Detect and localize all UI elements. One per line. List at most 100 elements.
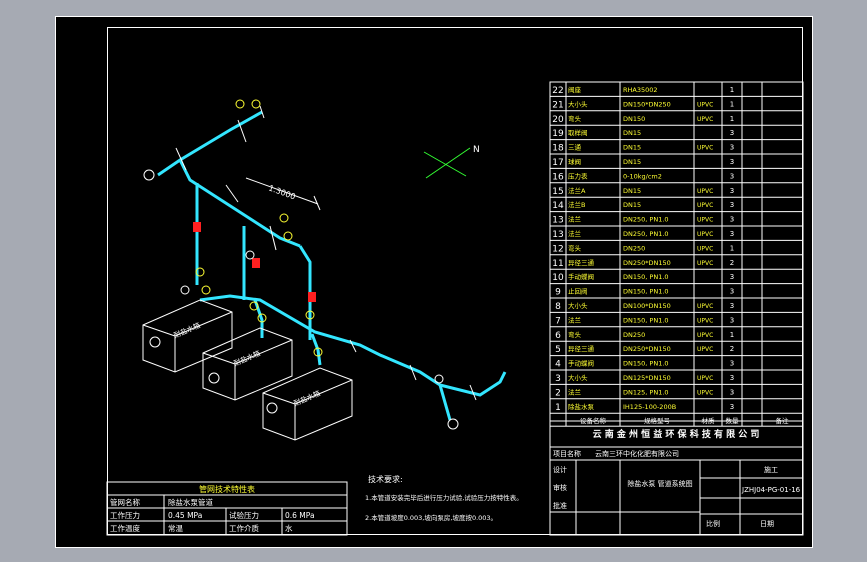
bom-name: 异径三通 (568, 258, 595, 267)
date-label: 日期 (760, 520, 774, 528)
bom-qty: 3 (730, 302, 734, 310)
pipe-table-cell: 除盐水泵管道 (168, 497, 213, 507)
bom-name: 法兰B (568, 200, 585, 209)
bom-row: 8 大小头 DN100*DN150 UPVC 3 (555, 301, 734, 312)
bom-no: 20 (552, 115, 564, 125)
check-label: 审核 (553, 483, 567, 492)
bom-row: 13 法兰 DN250, PN1.0 UPVC 3 (552, 215, 734, 226)
pipe-table-cell: 0.6 MPa (285, 511, 315, 520)
bom-qty: 3 (730, 230, 734, 238)
bom-qty: 1 (730, 100, 734, 108)
drawing-name: 除盐水泵 管道系统图 (627, 479, 692, 488)
bom-qty: 2 (730, 345, 734, 353)
bom-spec: DN15 (623, 144, 641, 152)
bom-name: 取样阀 (568, 128, 588, 137)
bom-no: 7 (555, 316, 561, 326)
pipe-drop-3 (310, 333, 322, 366)
pipe-table-row: 工作压力 0.45 MPa 试验压力 0.6 MPa (110, 510, 315, 520)
bom-row: 6 弯头 DN250 UPVC 1 (555, 330, 734, 341)
pipe-table-cell: 0.45 MPa (168, 511, 202, 520)
bom-row: 20 弯头 DN150 UPVC 1 (552, 114, 734, 125)
valve-red-3 (308, 292, 316, 302)
bom-name: 弯头 (568, 114, 582, 123)
bom-no: 5 (555, 345, 561, 355)
bom-spec: DN150, PN1.0 (623, 288, 669, 296)
bom-no: 19 (552, 129, 564, 139)
bom-row: 22 阀座 RHA35002 1 (552, 85, 734, 96)
tank-label-3: 耐盐水箱 (292, 389, 321, 408)
tanks (142, 299, 353, 441)
bom-material: UPVC (697, 217, 713, 224)
stage: 施工 (764, 465, 778, 474)
pipe-table-row: 工作温度 常温 工作介质 水 (110, 523, 293, 533)
north-label: N (473, 145, 480, 155)
bom-row: 1 除盐水泵 IH125-100-200B 3 (555, 402, 734, 413)
bom-name: 法兰 (568, 229, 582, 238)
bom-row: 5 异径三通 DN250*DN150 UPVC 2 (555, 344, 734, 355)
north-arrow-icon (423, 147, 471, 179)
bom-material: UPVC (697, 101, 713, 108)
bom-spec: DN15 (623, 158, 641, 166)
bom-no: 4 (555, 360, 561, 370)
bom-row: 13 法兰 DN250, PN1.0 UPVC 3 (552, 229, 734, 240)
bom-spec: DN250, PN1.0 (623, 216, 669, 224)
pipe-table-cell: 管网名称 (110, 497, 140, 507)
approve-label: 批准 (553, 501, 567, 510)
pipe-header-top (157, 110, 263, 177)
bom-spec: DN250*DN150 (623, 259, 671, 267)
valve-red-1 (193, 222, 201, 232)
bom-row: 7 法兰 DN150, PN1.0 UPVC 3 (555, 315, 734, 326)
bom-no: 15 (552, 187, 563, 197)
bom-material: UPVC (697, 303, 713, 310)
bom-no: 22 (552, 86, 563, 96)
bom-name: 弯头 (568, 243, 582, 252)
pipe-network (157, 110, 507, 421)
bom-material: UPVC (697, 317, 713, 324)
bom-qty: 1 (730, 86, 734, 94)
bom-qty: 3 (730, 187, 734, 195)
pipe-table-cell: 工作介质 (229, 523, 259, 533)
bom-spec: DN150, PN1.0 (623, 273, 669, 281)
bom-name: 异径三通 (568, 344, 595, 353)
bom-material: UPVC (697, 332, 713, 339)
bom-name: 止回阀 (568, 287, 588, 296)
bom-material: UPVC (697, 375, 713, 382)
bom-no: 6 (555, 331, 561, 341)
bom-row: 9 止回阀 DN150, PN1.0 3 (555, 287, 734, 298)
bom-material: UPVC (697, 389, 713, 396)
bom-row: 21 大小头 DN150*DN250 UPVC 1 (552, 99, 734, 110)
bom-row: 3 大小头 DN125*DN150 UPVC 3 (555, 373, 734, 384)
bom-material: UPVC (697, 346, 713, 353)
bom-material: UPVC (697, 202, 713, 209)
valve-red-2 (252, 258, 260, 268)
bom-no: 8 (555, 302, 561, 312)
bom-row: 10 手动蝶阀 DN150, PN1.0 3 (552, 272, 734, 283)
bom-material: UPVC (697, 245, 713, 252)
bill-of-materials: 22 阀座 RHA35002 121 大小头 DN150*DN250 UPVC 120 弯头 DN… (549, 81, 804, 427)
bom-row: 11 异径三通 DN250*DN150 UPVC 2 (552, 258, 734, 269)
drawing-number: JZHJ04-PG-01-16 (741, 486, 801, 494)
bom-name: 大小头 (568, 99, 588, 108)
dimension-text: 1.3000 (267, 183, 296, 201)
bom-name: 球阀 (568, 157, 581, 166)
bom-material: UPVC (697, 116, 713, 123)
bom-qty: 3 (730, 388, 734, 396)
bom-spec: DN250 (623, 244, 645, 252)
bom-spec: DN15 (623, 187, 641, 195)
tank-label-1: 耐盐水箱 (172, 321, 201, 340)
bom-row: 12 弯头 DN250 UPVC 1 (552, 243, 734, 254)
bom-spec: DN15 (623, 201, 641, 209)
bom-spec: DN250, PN1.0 (623, 230, 669, 238)
notes-title: 技术要求: (368, 474, 403, 484)
bom-row: 4 手动蝶阀 DN150, PN1.0 3 (555, 359, 734, 370)
bom-material: UPVC (697, 188, 713, 195)
bom-no: 13 (552, 216, 563, 226)
bom-spec: IH125-100-200B (623, 403, 676, 411)
bom-name: 法兰A (568, 186, 586, 195)
bom-row: 19 取样阀 DN15 3 (552, 128, 734, 139)
bom-no: 1 (555, 403, 561, 413)
bom-name: 大小头 (568, 373, 588, 382)
bom-material: UPVC (697, 231, 713, 238)
pipe-table-row: 管网名称 除盐水泵管道 (110, 497, 213, 507)
company-name: 云 南 金 州 恒 益 环 保 科 技 有 限 公 司 (593, 428, 760, 440)
